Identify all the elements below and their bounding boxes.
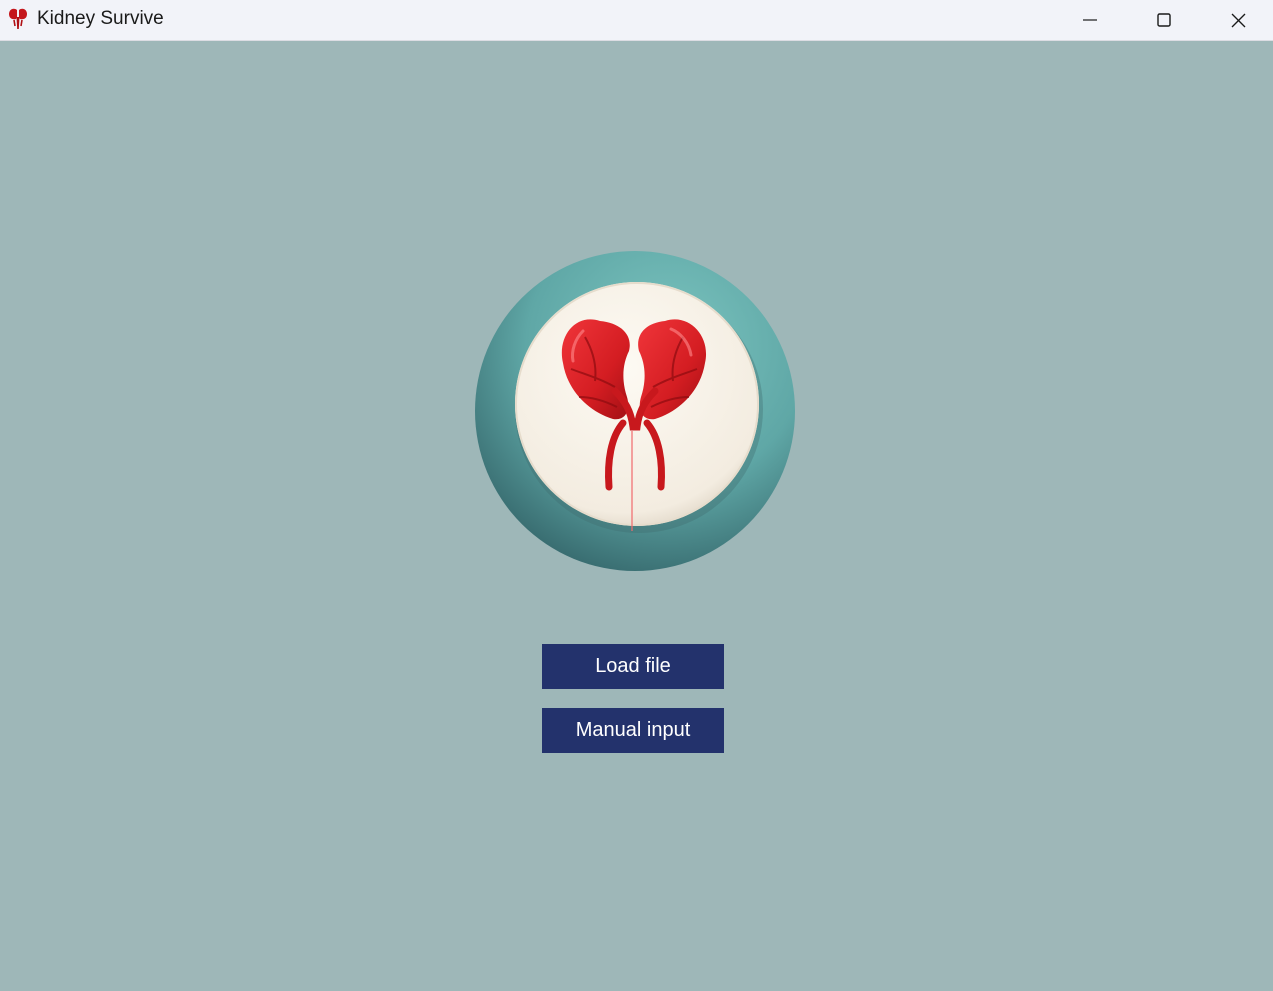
manual-input-button[interactable]: Manual input (542, 708, 724, 753)
maximize-icon (1157, 13, 1171, 27)
kidney-logo-icon (475, 251, 795, 571)
close-icon (1231, 13, 1245, 27)
app-window: Kidney Survive Load file Manual input (0, 0, 1273, 991)
minimize-button[interactable] (1060, 0, 1120, 40)
title-bar[interactable]: Kidney Survive (0, 0, 1273, 41)
maximize-button[interactable] (1134, 0, 1194, 40)
close-button[interactable] (1208, 0, 1268, 40)
load-file-button[interactable]: Load file (542, 644, 724, 689)
kidney-app-icon (9, 8, 27, 29)
window-title: Kidney Survive (37, 8, 164, 29)
minimize-icon (1083, 19, 1097, 21)
